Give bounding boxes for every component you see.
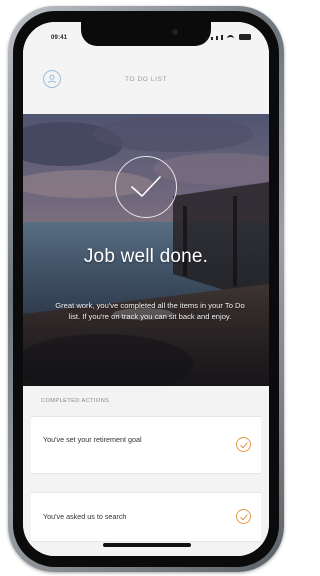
action-label: You've asked us to search — [43, 512, 127, 521]
check-icon — [236, 437, 251, 452]
completed-action-item[interactable]: You've set your retirement goal — [31, 416, 261, 474]
stage: 09:41 TO DO LIST Job well done. Great wo… — [0, 0, 290, 576]
check-circle-icon — [115, 156, 177, 218]
hero-banner: Job well done. Great work, you've comple… — [23, 114, 269, 386]
status-time: 09:41 — [51, 35, 68, 41]
hero-message: Great work, you've completed all the ite… — [55, 301, 245, 321]
status-icons — [206, 34, 251, 40]
phone-screen: 09:41 TO DO LIST Job well done. Great wo… — [23, 22, 269, 556]
completed-action-item[interactable]: You've asked us to search — [31, 492, 261, 542]
signal-bar — [211, 37, 213, 40]
signal-bar — [221, 35, 223, 40]
section-header: COMPLETED ACTIONS — [41, 398, 110, 404]
battery-icon — [239, 34, 251, 40]
page-title: TO DO LIST — [125, 76, 167, 83]
status-bar: 09:41 — [23, 22, 269, 52]
signal-bar — [216, 36, 218, 40]
hero-title: Job well done. — [83, 246, 209, 267]
notch — [81, 22, 211, 46]
action-label: You've set your retirement goal — [43, 435, 142, 444]
app-header: TO DO LIST — [23, 52, 269, 114]
completed-actions-section: COMPLETED ACTIONS You've set your retire… — [23, 386, 269, 556]
home-indicator[interactable] — [103, 543, 191, 547]
check-icon — [236, 509, 251, 524]
camera-icon — [172, 29, 178, 35]
signal-icon — [206, 38, 208, 40]
wifi-icon — [227, 35, 234, 40]
